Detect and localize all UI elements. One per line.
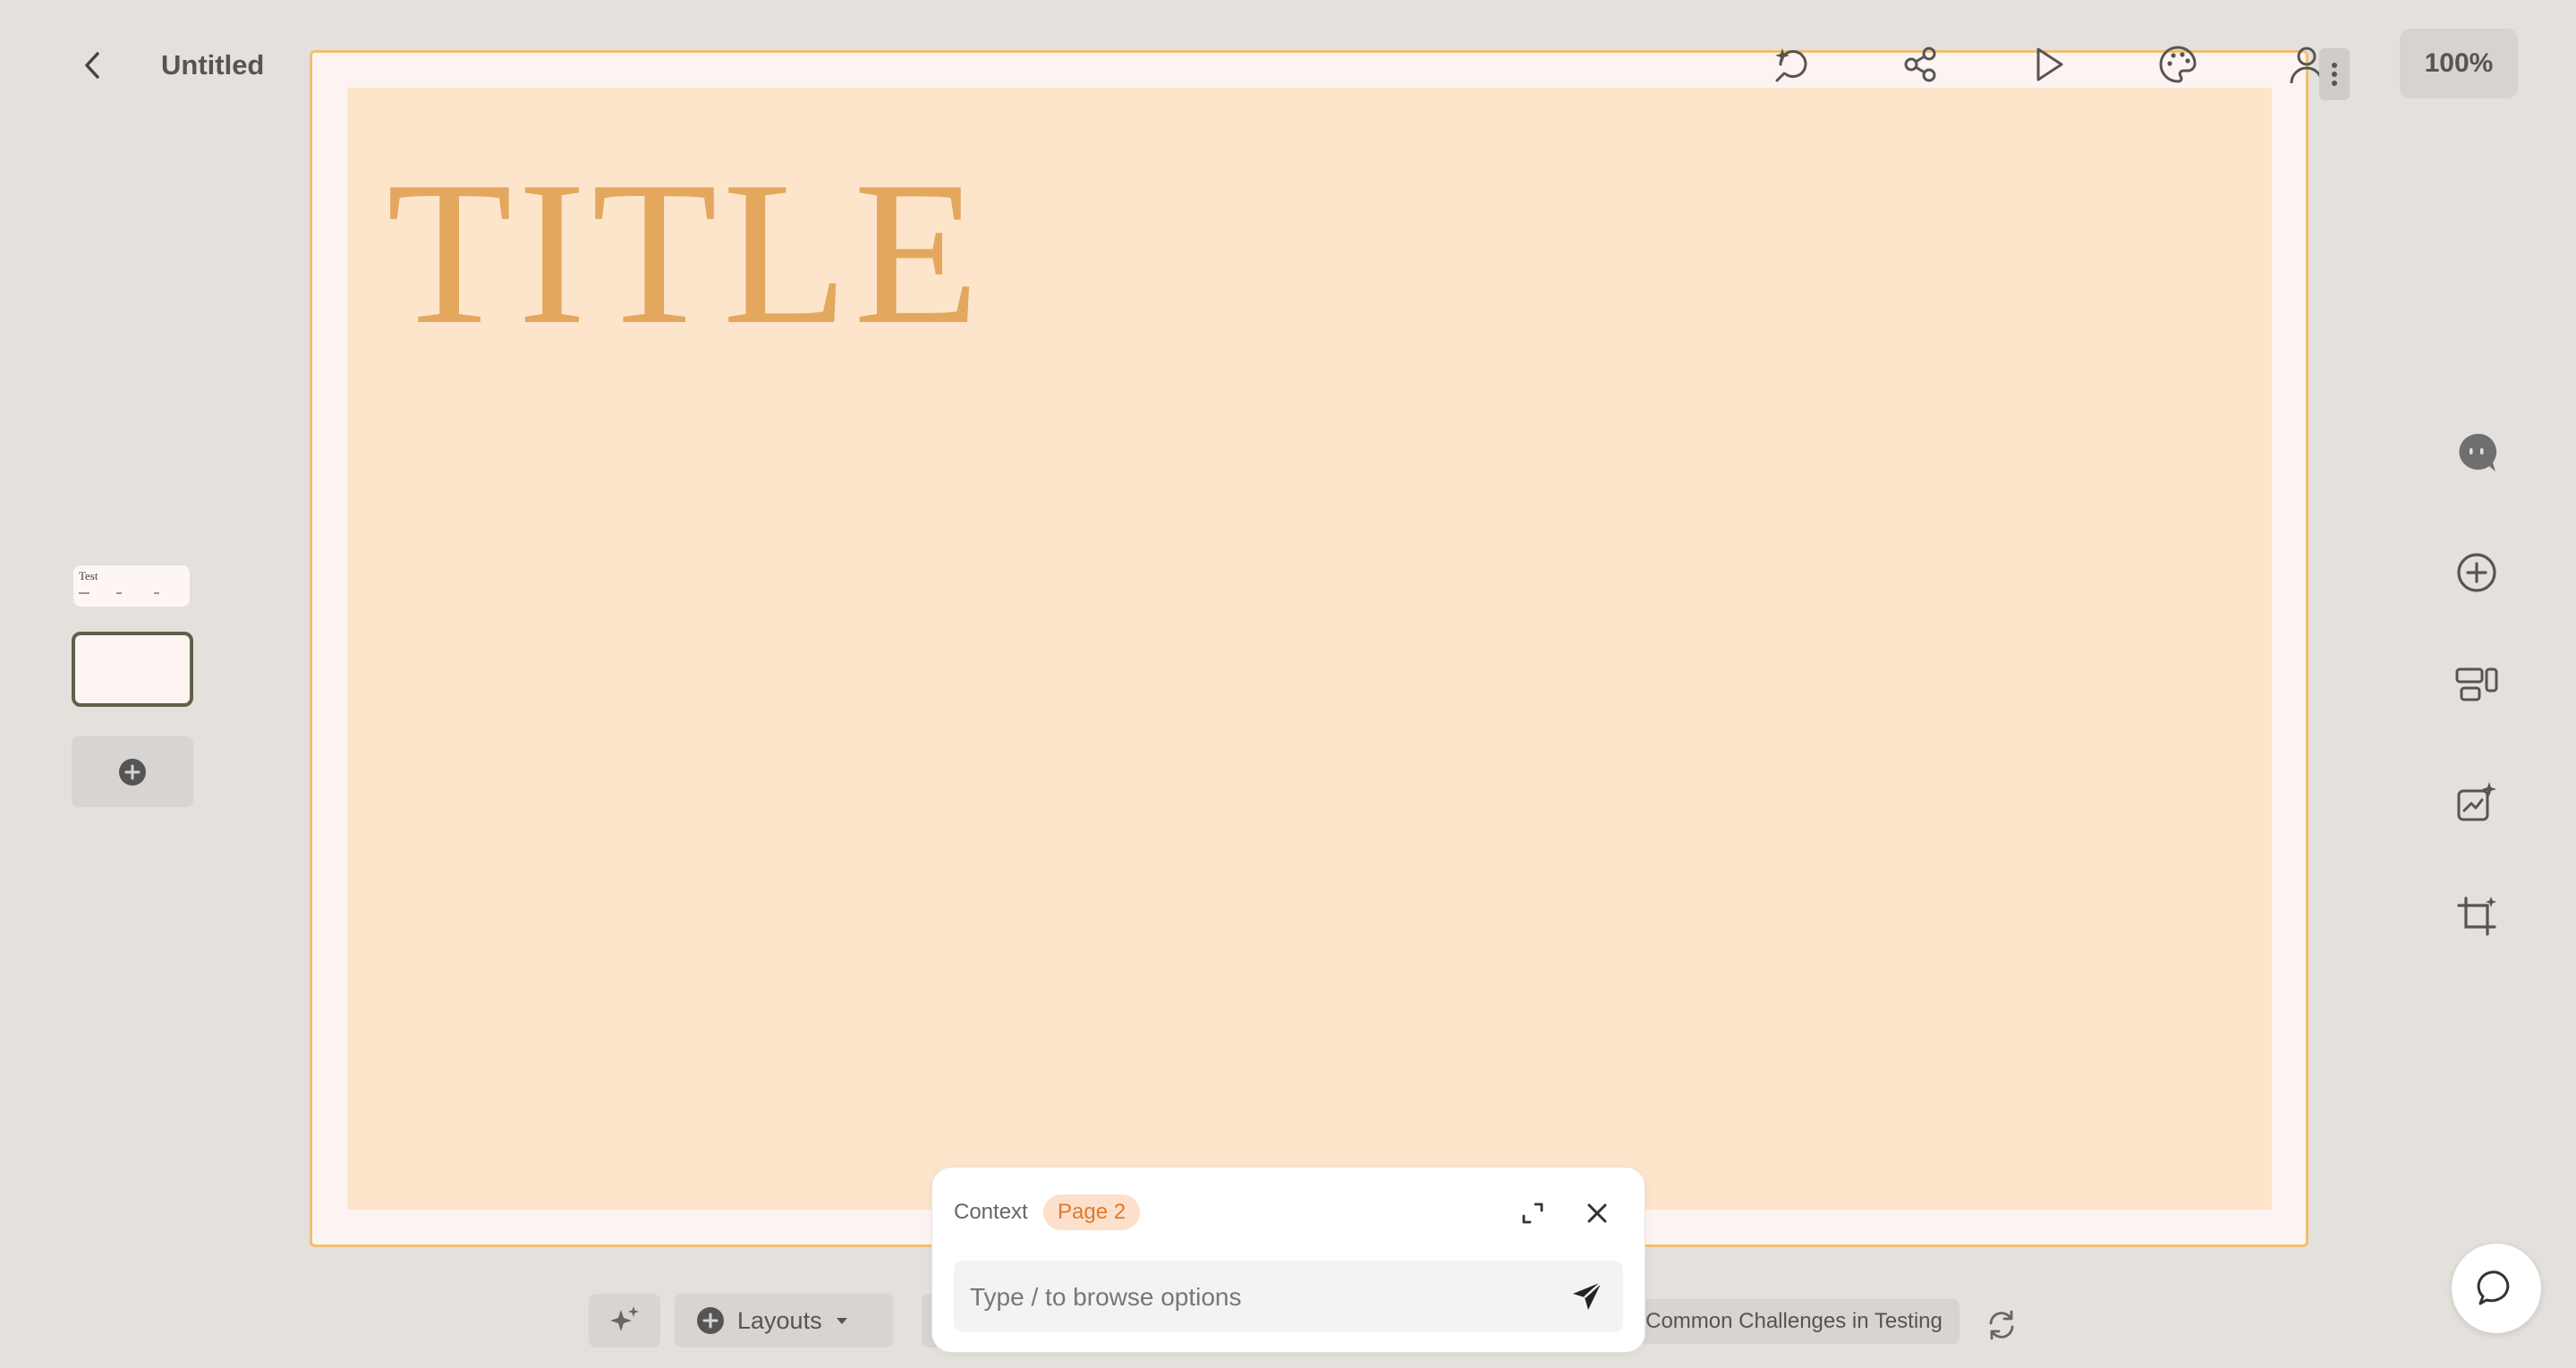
- refresh-button[interactable]: [1981, 1304, 2022, 1346]
- expand-button[interactable]: [1514, 1194, 1552, 1232]
- chevron-left-icon: [85, 52, 99, 79]
- more-options-button[interactable]: [2319, 48, 2350, 100]
- ai-chat-button[interactable]: [2452, 428, 2502, 478]
- share-icon: [1904, 47, 1936, 82]
- layout-icon: [2455, 667, 2498, 701]
- ai-chat-icon: [2459, 433, 2497, 472]
- chat-bubble-icon: [2477, 1270, 2510, 1305]
- context-label: Context: [954, 1200, 1028, 1224]
- history-icon: [1775, 48, 1807, 82]
- ai-chart-button[interactable]: [2452, 777, 2502, 827]
- page-thumbnail-1[interactable]: Test: [73, 565, 190, 607]
- layouts-label: Layouts: [737, 1306, 822, 1334]
- share-button[interactable]: [1895, 39, 1945, 89]
- zoom-button[interactable]: 100%: [2400, 29, 2518, 98]
- topic-chip[interactable]: Common Challenges in Testing: [1628, 1299, 1960, 1344]
- layout-button[interactable]: [2452, 660, 2502, 710]
- theme-button[interactable]: [2153, 39, 2203, 89]
- ai-prompt-panel: Context Page 2: [931, 1167, 1645, 1353]
- context-page-chip[interactable]: Page 2: [1043, 1194, 1141, 1230]
- play-icon: [2036, 47, 2063, 81]
- ai-generate-button[interactable]: [589, 1294, 660, 1347]
- crop-sparkle-icon: [2457, 896, 2496, 936]
- chat-button[interactable]: [2452, 1244, 2541, 1333]
- prompt-box: [954, 1261, 1623, 1334]
- send-icon: [1573, 1281, 1603, 1310]
- add-element-button[interactable]: [2452, 548, 2502, 598]
- thumbnail-line: [154, 592, 159, 594]
- present-button[interactable]: [2024, 39, 2074, 89]
- ai-crop-button[interactable]: [2452, 891, 2502, 941]
- chart-sparkle-icon: [2457, 782, 2496, 821]
- caret-down-icon: [836, 1318, 847, 1324]
- more-vertical-icon: [2332, 63, 2337, 86]
- thumbnail-line: [79, 592, 89, 594]
- palette-icon: [2159, 46, 2197, 83]
- refresh-icon: [1989, 1310, 2014, 1340]
- add-circle-icon: [2457, 553, 2496, 592]
- page-thumbnail-2[interactable]: [72, 632, 193, 707]
- thumbnail-line: [116, 592, 122, 594]
- expand-icon: [1522, 1202, 1543, 1224]
- close-icon: [1587, 1203, 1607, 1223]
- plus-circle-icon: [697, 1307, 724, 1334]
- add-page-button[interactable]: [72, 736, 193, 807]
- back-button[interactable]: [68, 45, 118, 86]
- document-title[interactable]: Untitled: [161, 45, 264, 86]
- send-button[interactable]: [1568, 1277, 1607, 1316]
- prompt-input[interactable]: [968, 1261, 1544, 1334]
- slide-title[interactable]: TITLE: [387, 150, 985, 356]
- close-button[interactable]: [1578, 1194, 1616, 1232]
- history-button[interactable]: [1766, 39, 1816, 89]
- thumbnail-title: Test: [79, 569, 98, 582]
- plus-circle-icon: [119, 758, 146, 786]
- sparkles-icon: [610, 1306, 639, 1331]
- layouts-dropdown[interactable]: Layouts: [675, 1294, 893, 1347]
